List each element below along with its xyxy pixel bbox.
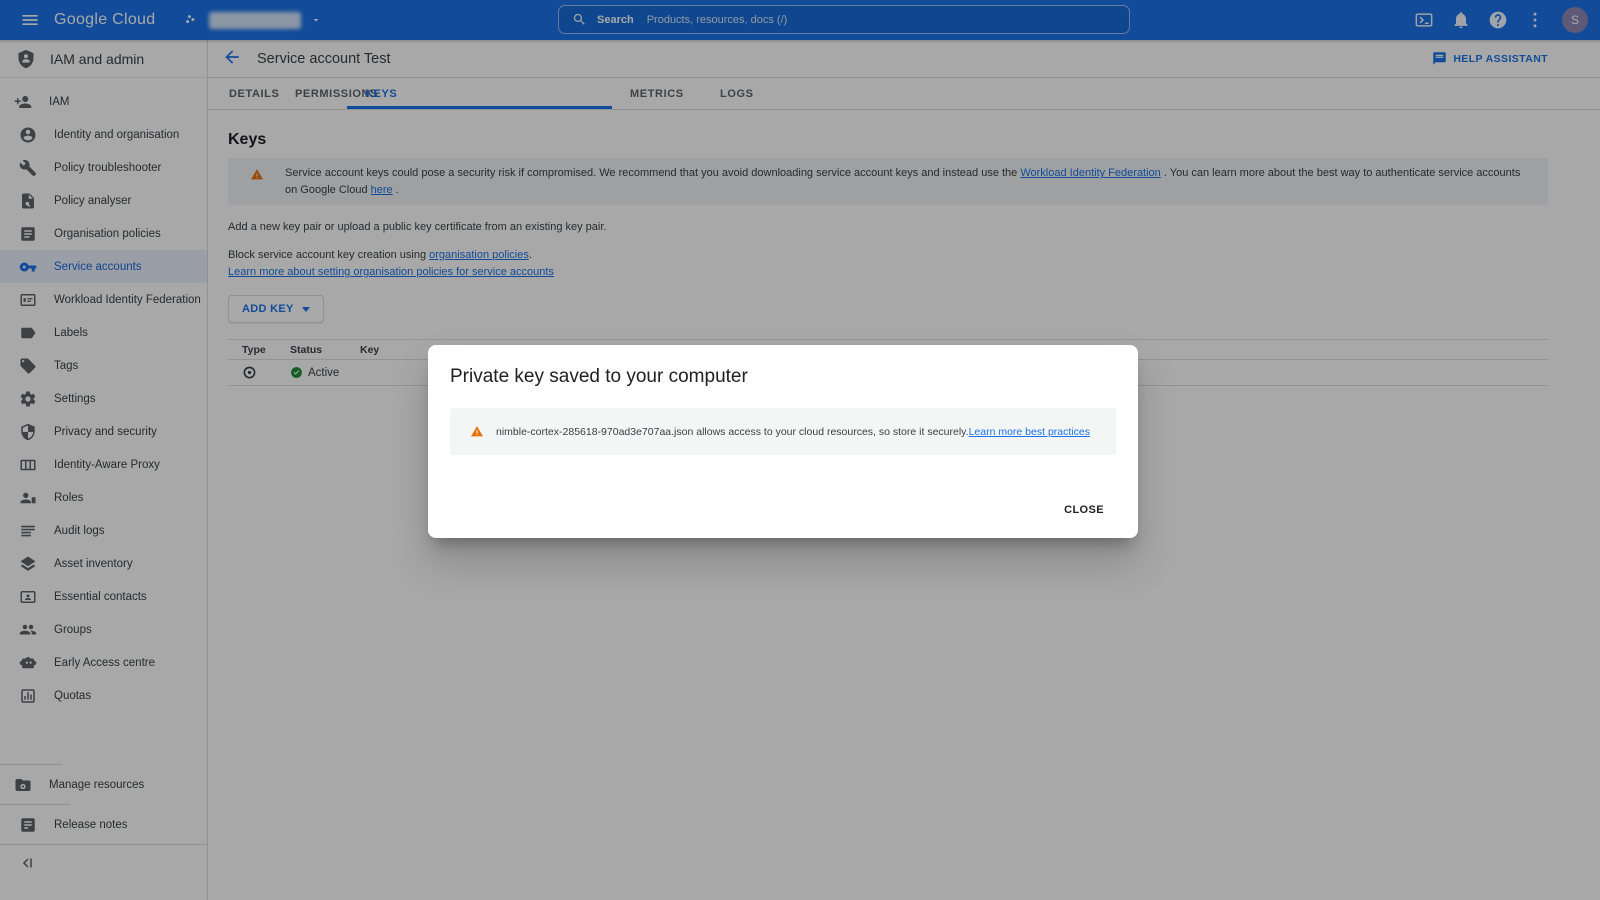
close-button[interactable]: CLOSE [1056, 498, 1112, 522]
private-key-saved-dialog: Private key saved to your computer nimbl… [428, 345, 1138, 538]
best-practices-link[interactable]: Learn more best practices [969, 426, 1090, 438]
dialog-warning-box: nimble-cortex-285618-970ad3e707aa.json a… [450, 408, 1116, 455]
dialog-warning-text: nimble-cortex-285618-970ad3e707aa.json a… [496, 426, 1090, 438]
warning-triangle-icon [470, 425, 484, 438]
dialog-title: Private key saved to your computer [450, 366, 1116, 388]
